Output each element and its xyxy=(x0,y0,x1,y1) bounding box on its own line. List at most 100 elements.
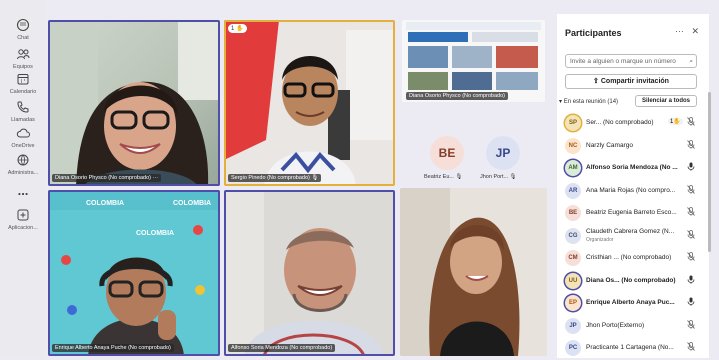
close-icon[interactable]: ✕ xyxy=(691,26,699,36)
tile-caption: Alfonso Soria Mendoza (No comprobado) xyxy=(228,344,336,352)
tile-caption: Diana Osorio Physco (No comprobado) ··· xyxy=(52,174,162,182)
rail-teams[interactable]: Equipos xyxy=(0,47,46,70)
video-tile-sergio[interactable]: 1 ✋ Sergio Pinedo (No comprobado) 🎙 xyxy=(224,20,395,186)
participant-row[interactable]: NC Narzly Camargo xyxy=(557,135,709,158)
phone-icon xyxy=(14,100,32,116)
teams-icon xyxy=(14,47,32,63)
avatar: AR xyxy=(565,182,581,199)
rail-onedrive[interactable]: OneDrive xyxy=(0,126,46,149)
mic-off-icon[interactable] xyxy=(687,252,695,263)
hand-icon: ✋ xyxy=(673,119,681,125)
tile-caption: Diana Osorio Physco (No comprobado) xyxy=(406,92,508,100)
mic-off-icon[interactable] xyxy=(687,139,695,151)
hand-icon: ✋ xyxy=(236,26,244,32)
participant-row[interactable]: BE Beatriz Eugenia Barreto Esco... xyxy=(557,202,709,225)
share-invite-button[interactable]: ⇪ Compartir invitación xyxy=(565,74,697,89)
background-text: COLOMBIA xyxy=(86,200,125,207)
raised-hand-badge: 1✋ xyxy=(668,118,683,125)
admin-icon xyxy=(14,153,32,169)
more-options-icon: ··· xyxy=(152,175,159,181)
participant-row[interactable]: PC Practicante 1 Cartagena (No... xyxy=(557,337,709,360)
background-text: COLOMBIA xyxy=(173,200,212,207)
cloud-icon xyxy=(14,126,32,142)
tile-caption: Sergio Pinedo (No comprobado) 🎙 xyxy=(228,174,322,182)
participant-row[interactable]: CG Claudeth Cabrera Gomez (N... Organizado… xyxy=(557,225,709,248)
avatar[interactable]: BE xyxy=(430,136,464,170)
participant-row[interactable]: EP Enrique Alberto Anaya Puc... xyxy=(557,292,709,315)
mic-off-icon: 🎙 xyxy=(509,174,517,180)
video-tile-enrique[interactable]: COLOMBIA COLOMBIA COLOMBIA Enrique Alber… xyxy=(48,190,220,356)
mic-off-icon: 🎙 xyxy=(455,174,463,180)
participant-name: Ana Maria Rojas (No compro... xyxy=(586,186,676,194)
participant-name: Cristhian ... (No comprobado) xyxy=(586,254,672,261)
participant-row[interactable]: AM Alfonso Soria Mendoza (No ... xyxy=(557,157,709,180)
participants-panel: Participantes ··· ✕ Invite a alguien o m… xyxy=(557,14,709,358)
avatar: PC xyxy=(565,340,581,356)
rail-more[interactable]: ... xyxy=(0,183,46,199)
background-text: COLOMBIA xyxy=(136,230,175,237)
mic-icon[interactable] xyxy=(687,275,695,286)
rail-chat[interactable]: Chat xyxy=(0,18,46,41)
participant-video xyxy=(400,188,547,356)
chat-icon xyxy=(14,18,32,34)
mic-off-icon[interactable] xyxy=(687,117,695,128)
apps-icon xyxy=(14,208,32,224)
mic-off-icon[interactable] xyxy=(687,342,695,353)
avatar: BE xyxy=(565,205,581,221)
rail-calls[interactable]: Llamadas xyxy=(0,100,46,123)
mic-icon[interactable] xyxy=(687,297,695,308)
participant-name: Jhon Porto(Externo) xyxy=(586,321,645,329)
mic-off-icon[interactable] xyxy=(687,229,695,241)
app-rail: Chat Equipos Calendario Llamadas OneDriv… xyxy=(0,0,46,358)
more-options-icon[interactable]: ··· xyxy=(675,26,684,36)
participant-name: Practicante 1 Cartagena (No... xyxy=(586,344,674,351)
share-icon: ⇪ xyxy=(593,78,599,85)
video-tile-participant[interactable] xyxy=(400,188,547,356)
participant-video xyxy=(48,20,220,186)
mic-off-icon[interactable] xyxy=(687,207,695,218)
mic-icon[interactable] xyxy=(687,162,695,173)
participant-name: Enrique Alberto Anaya Puc... xyxy=(586,299,675,306)
rail-apps[interactable]: Aplicacion... xyxy=(0,208,46,231)
participant-row[interactable]: JP Jhon Porto(Externo) xyxy=(557,315,709,338)
more-icon: ... xyxy=(17,183,29,198)
panel-title: Participantes xyxy=(565,28,622,38)
tile-caption: Enrique Alberto Anaya Puche (No comproba… xyxy=(52,344,174,352)
participant-name: Diana Os... (No comprobado) xyxy=(586,276,676,284)
search-icon: ⌕ xyxy=(689,58,693,65)
participant-row[interactable]: AR Ana Maria Rojas (No compro... xyxy=(557,180,709,203)
panel-scrollbar[interactable] xyxy=(708,92,711,252)
avatar: CG xyxy=(565,227,581,244)
meeting-toolbar xyxy=(46,0,557,12)
participant-name: Beatriz Eugenia Barreto Esco... xyxy=(586,209,677,216)
mic-off-icon[interactable] xyxy=(687,319,695,331)
avatar[interactable]: JP xyxy=(486,136,520,170)
participant-name: Ser... (No comprobado) xyxy=(586,119,654,126)
avatar: EP xyxy=(565,295,581,311)
screen-share-tile[interactable]: Diana Osorio Physco (No comprobado) xyxy=(402,20,545,102)
invite-search-input[interactable]: Invite a alguien o marque un número ⌕ xyxy=(565,54,697,68)
participant-row[interactable]: CM Cristhian ... (No comprobado) xyxy=(557,247,709,270)
participant-row[interactable]: SP Ser... (No comprobado) 1✋ xyxy=(557,112,709,135)
participant-row[interactable]: UU Diana Os... (No comprobado) xyxy=(557,270,709,293)
avatar: UU xyxy=(565,272,581,289)
chevron-down-icon: ▾ xyxy=(559,99,563,105)
audio-only-participants: BE JP Beatriz Eu... 🎙 Jhon Port... 🎙 xyxy=(402,104,545,184)
rail-admin[interactable]: Administra... xyxy=(0,153,46,176)
video-tile-diana[interactable]: Diana Osorio Physco (No comprobado) ··· xyxy=(48,20,220,186)
raised-hand-badge: 1 ✋ xyxy=(228,24,247,33)
participant-video xyxy=(48,190,220,356)
video-tile-alfonso[interactable]: Alfonso Soria Mendoza (No comprobado) xyxy=(224,190,395,356)
avatar: JP xyxy=(565,317,581,334)
avatar: NC xyxy=(565,137,581,154)
mic-off-icon[interactable] xyxy=(687,184,695,196)
mini-name: Jhon Port... 🎙 xyxy=(480,174,517,180)
shared-screen-content xyxy=(402,20,545,102)
participant-name: Narzly Camargo xyxy=(586,141,633,149)
in-meeting-header[interactable]: ▾ En esta reunión (14) xyxy=(559,98,618,105)
mute-all-button[interactable]: Silenciar a todos xyxy=(635,95,697,107)
rail-calendar[interactable]: Calendario xyxy=(0,72,46,95)
avatar: CM xyxy=(565,250,581,266)
participant-video xyxy=(224,190,395,356)
calendar-icon xyxy=(14,72,32,88)
